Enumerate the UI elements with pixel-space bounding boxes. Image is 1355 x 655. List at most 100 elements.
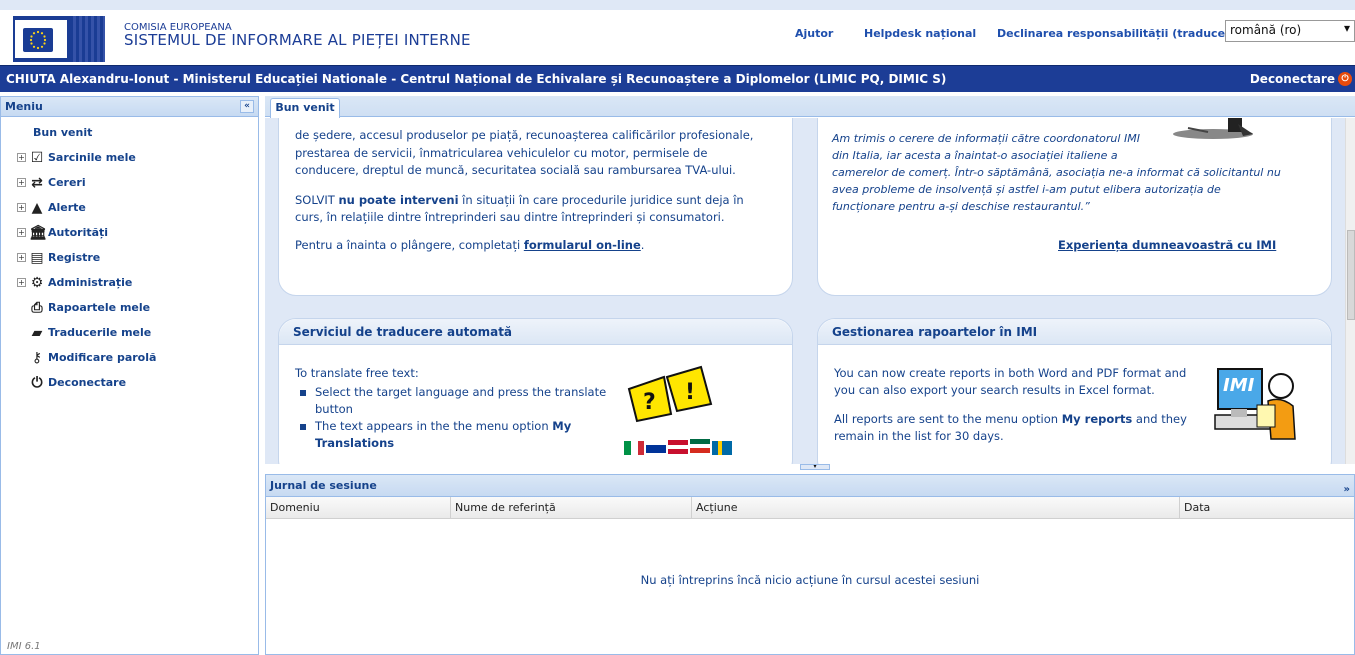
help-link[interactable]: Ajutor [795,27,833,40]
content-scrollbar[interactable] [1345,118,1355,464]
language-select[interactable]: română (ro) ▾ [1225,20,1355,42]
reports-line-1: You can now create reports in both Word … [834,366,1187,380]
scrollbar-thumb[interactable] [1347,230,1355,320]
experience-panel: Am trimis o cerere de informații către c… [817,118,1332,296]
sidebar-item-modificare-parola[interactable]: ⚷ Modificare parolă [1,345,258,370]
column-header-domain[interactable]: Domeniu [266,497,451,519]
reports-line-4: remain in the list for 30 days. [834,429,1004,443]
solvit-line-3: conducere, dreptul de muncă, securitatea… [295,163,736,177]
expand-icon[interactable]: + [17,228,26,237]
bullet-icon [300,390,306,396]
translation-intro: To translate free text: [295,366,419,380]
system-title: SISTEMUL DE INFORMARE AL PIEȚEI INTERNE [124,31,471,49]
sidebar-item-label: Modificare parolă [48,351,157,364]
sidebar-item-label: Sarcinile mele [48,151,136,164]
power-icon[interactable]: ⏻ [1338,72,1352,86]
solvit-paragraph-2: SOLVIT nu poate interveni în situații în… [295,193,744,207]
header-top-strip [0,0,1355,10]
sidebar-item-alerte[interactable]: + ▲ Alerte [1,195,258,220]
empty-message: Nu ați întreprins încă nicio acțiune în … [640,573,980,587]
sidebar-title: Meniu [5,100,43,113]
translation-illustration-icon: ? ! [619,359,739,459]
user-bar: CHIUTA Alexandru-Ionut - Ministerul Educ… [0,65,1355,92]
sidebar-item-label: Registre [48,251,101,264]
quote-line-4: avea probleme de insolvență și astfel i-… [832,183,1221,196]
solvit-line-2: prestarea de servicii, înmatricularea ve… [295,146,708,160]
translation-step-1: Select the target language and press the… [315,385,607,399]
sidebar-menu: Meniu « Bun venit + ☑ Sarcinile mele + ⇄… [0,96,259,655]
print-icon: ⎙ [31,300,43,316]
reports-line-3: All reports are sent to the menu option … [834,412,1187,426]
sidebar-item-sarcinile-mele[interactable]: + ☑ Sarcinile mele [1,145,258,170]
quote-line-1: Am trimis o cerere de informații către c… [832,132,1140,145]
expand-icon[interactable]: + [17,253,26,262]
translation-step-2: The text appears in the the menu option … [315,419,572,433]
sidebar-item-label: Autorități [48,226,109,239]
bullet-icon [300,424,306,430]
chevron-down-icon: ▾ [1343,21,1350,35]
column-header-reference[interactable]: Nume de referință [451,497,692,519]
sidebar-item-label: Traducerile mele [48,326,152,339]
column-header-date[interactable]: Data [1180,497,1355,519]
online-form-link[interactable]: formularul on-line [524,238,641,252]
experience-link[interactable]: Experiența dumneavoastră cu IMI [1058,237,1276,254]
tab-strip: Bun venit [265,96,1355,118]
gear-icon: ⚙ [30,275,44,291]
solvit-paragraph-3: Pentru a înainta o plângere, completați … [295,238,645,252]
illustration-icon [1168,118,1263,140]
sidebar-item-bun-venit[interactable]: Bun venit [1,120,258,145]
expand-icon[interactable]: + [17,203,26,212]
quote-line-3: camerelor de comerț. Într-o săptămână, a… [832,166,1281,179]
sidebar-header: Meniu « [1,97,258,117]
reports-illustration-icon: IMI [1213,361,1303,445]
svg-text:?: ? [643,390,656,415]
key-icon: ⚷ [31,350,43,366]
expand-icon[interactable]: + [17,178,26,187]
sidebar-item-rapoartele-mele[interactable]: ⎙ Rapoartele mele [1,295,258,320]
reports-line-2: you can also export your search results … [834,383,1155,397]
solvit-panel: de ședere, accesul produselor pe piață, … [278,118,793,296]
warning-icon: ▲ [31,200,43,216]
user-info: CHIUTA Alexandru-Ionut - Ministerul Educ… [6,72,947,86]
eu-flag-icon [15,20,67,58]
column-header-action[interactable]: Acțiune [692,497,1180,519]
sidebar-item-deconectare[interactable]: ⏻ Deconectare [1,370,258,395]
journal-header: Jurnal de sesiune » [266,475,1354,497]
helpdesk-link[interactable]: Helpdesk național [864,27,976,40]
svg-text:!: ! [685,380,695,405]
expand-icon[interactable]: + [17,278,26,287]
document-icon: ▤ [30,250,44,266]
header: COMISIA EUROPEANA SISTEMUL DE INFORMARE … [0,0,1355,65]
exchange-icon: ⇄ [31,175,43,191]
chat-icon: ▰ [31,325,43,341]
disclaimer-link[interactable]: Declinarea responsabilității (traducere) [997,27,1243,40]
journal-title: Jurnal de sesiune [270,479,377,492]
version-label: IMI 6.1 [7,641,41,652]
sidebar-item-label: Bun venit [33,126,93,139]
sidebar-item-label: Cereri [48,176,86,189]
reports-panel-title: Gestionarea rapoartelor în IMI [818,319,1331,345]
quote-line-5: funcționare pentru a-și deschise restaur… [832,200,1090,213]
splitter-handle[interactable]: ▾ [800,464,830,470]
sidebar-item-traducerile-mele[interactable]: ▰ Traducerile mele [1,320,258,345]
session-journal: Jurnal de sesiune » Domeniu Nume de refe… [265,474,1355,655]
logout-link[interactable]: Deconectare [1250,66,1335,93]
expand-icon[interactable]: + [17,153,26,162]
imi-logo-text: IMI [1223,375,1255,396]
sidebar-item-label: Alerte [48,201,86,214]
sidebar-item-autoritati[interactable]: + 🏛 Autorități [1,220,258,245]
collapse-icon[interactable]: « [240,100,254,113]
sidebar-item-registre[interactable]: + ▤ Registre [1,245,258,270]
european-commission-logo [13,16,105,62]
sidebar-item-administratie[interactable]: + ⚙ Administrație [1,270,258,295]
tab-bun-venit[interactable]: Bun venit [270,98,340,118]
solvit-emphasis: nu poate interveni [338,193,459,207]
sidebar-item-cereri[interactable]: + ⇄ Cereri [1,170,258,195]
reports-panel: Gestionarea rapoartelor în IMI You can n… [817,318,1332,464]
sidebar-item-label: Rapoartele mele [48,301,151,314]
translation-step-2b: Translations [315,436,395,450]
sidebar-item-label: Administrație [48,276,133,289]
translation-panel: Serviciul de traducere automată To trans… [278,318,793,464]
solvit-paragraph-2b: curs, în relațiile dintre întreprinderi … [295,210,725,224]
language-value: română (ro) [1230,23,1302,37]
